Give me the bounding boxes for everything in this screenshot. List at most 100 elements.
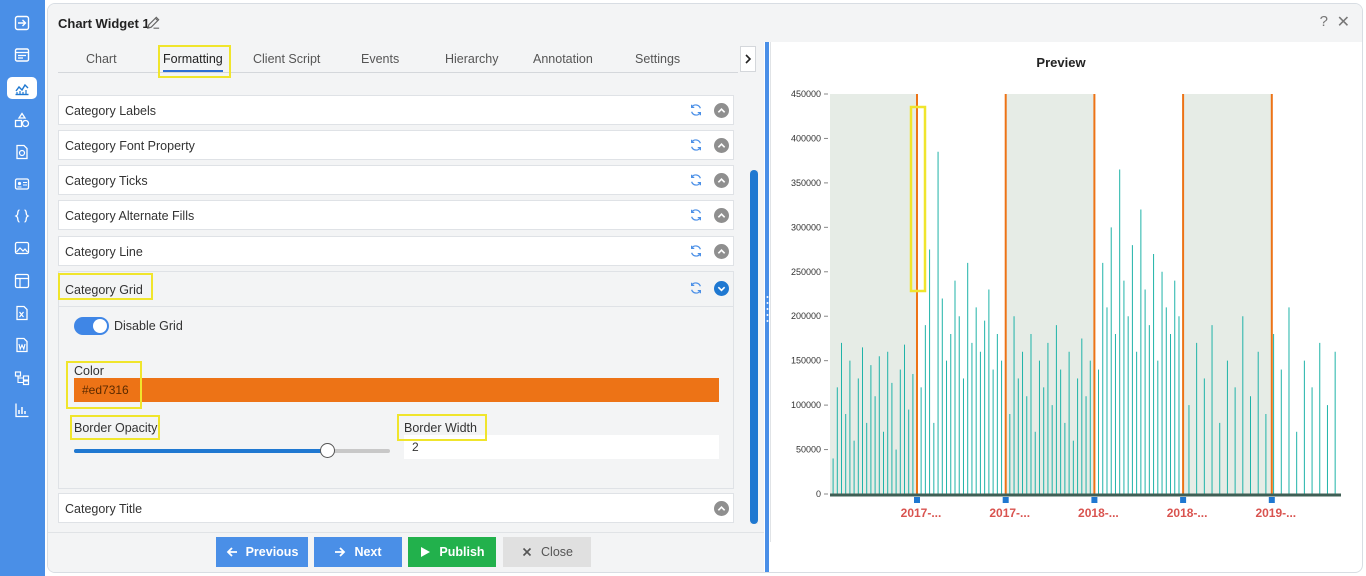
shapes-icon[interactable] — [10, 109, 34, 131]
close-dialog-button[interactable]: ✕ — [1337, 12, 1350, 32]
arrow-right-icon — [335, 547, 346, 557]
y-tick-label: 150000 — [791, 356, 821, 366]
section-label: Category Font Property — [65, 139, 195, 153]
expand-toggle[interactable] — [714, 244, 729, 259]
preview-panel: Preview 450000 400000 350000 300000 250000 20… — [770, 42, 1362, 542]
chart-widget-dialog: Chart Widget 1 ? ✕ Chart Formatting Clie… — [47, 3, 1363, 573]
y-tick-label: 0 — [816, 489, 821, 499]
expand-toggle[interactable] — [714, 501, 729, 516]
x-tick-mark — [914, 497, 920, 503]
layout-icon[interactable] — [10, 270, 34, 292]
expand-toggle[interactable] — [714, 208, 729, 223]
tab-annotation[interactable]: Annotation — [533, 52, 593, 66]
arrow-left-icon — [226, 547, 237, 557]
scrollbar-thumb[interactable] — [750, 170, 758, 524]
hierarchy-icon[interactable] — [10, 367, 34, 389]
alternate-fill-band — [830, 94, 917, 494]
import-icon[interactable] — [10, 12, 34, 34]
alternate-fill-band — [1005, 94, 1095, 494]
report-icon[interactable] — [10, 141, 34, 163]
collapse-toggle[interactable] — [714, 281, 729, 296]
tab-chart[interactable]: Chart — [86, 52, 117, 66]
app-root: Chart Widget 1 ? ✕ Chart Formatting Clie… — [0, 0, 1366, 576]
section-label: Category Title — [65, 502, 143, 516]
border-opacity-label: Border Opacity — [74, 421, 158, 435]
tab-bar: Chart Formatting Client Script Events Hi… — [58, 42, 738, 73]
previous-button[interactable]: Previous — [216, 537, 308, 567]
section-label: Category Grid — [65, 283, 143, 297]
x-tick-mark — [1268, 497, 1275, 503]
expand-toggle[interactable] — [714, 138, 729, 153]
word-file-icon[interactable] — [10, 334, 34, 356]
tab-formatting[interactable]: Formatting — [163, 52, 223, 72]
section-label: Category Labels — [65, 104, 157, 118]
x-tick-label: 2018-... — [1167, 506, 1208, 520]
preview-chart: 450000 400000 350000 300000 250000 200000 1500… — [791, 89, 1341, 520]
disable-grid-label: Disable Grid — [114, 319, 183, 333]
border-width-input[interactable] — [404, 435, 719, 459]
expand-toggle[interactable] — [714, 103, 729, 118]
slider-fill — [74, 449, 327, 453]
section-label: Category Line — [65, 245, 143, 259]
vertical-scrollbar[interactable] — [750, 170, 758, 524]
y-tick-label: 200000 — [791, 311, 821, 321]
y-tick-label: 450000 — [791, 89, 821, 99]
formatting-panel: Chart Formatting Client Script Events Hi… — [48, 42, 764, 572]
section-category-ticks[interactable]: Category Ticks — [58, 165, 734, 195]
tab-scroll-right-button[interactable] — [740, 46, 756, 72]
tab-settings[interactable]: Settings — [635, 52, 680, 66]
id-card-icon[interactable] — [10, 173, 34, 195]
disable-grid-toggle[interactable] — [74, 317, 109, 335]
refresh-icon[interactable] — [689, 103, 703, 117]
tab-hierarchy[interactable]: Hierarchy — [445, 52, 499, 66]
tab-events[interactable]: Events — [361, 52, 399, 66]
border-opacity-slider[interactable] — [74, 443, 390, 458]
chevron-up-icon — [717, 143, 726, 148]
chart-widget-icon[interactable] — [7, 77, 37, 99]
publish-button[interactable]: Publish — [408, 537, 496, 567]
edit-title-icon[interactable] — [146, 15, 161, 30]
chevron-up-icon — [717, 213, 726, 218]
section-category-grid[interactable]: Category Grid — [58, 271, 734, 307]
refresh-icon[interactable] — [689, 138, 703, 152]
section-category-title[interactable]: Category Title — [58, 493, 734, 523]
excel-file-icon[interactable] — [10, 302, 34, 324]
tab-client-script[interactable]: Client Script — [253, 52, 320, 66]
chevron-up-icon — [717, 249, 726, 254]
help-button[interactable]: ? — [1320, 13, 1328, 30]
dashboard-icon[interactable] — [10, 44, 34, 66]
color-label: Color — [74, 364, 104, 378]
section-category-labels[interactable]: Category Labels — [58, 95, 734, 125]
close-button[interactable]: Close — [503, 537, 591, 567]
refresh-icon[interactable] — [689, 244, 703, 258]
section-category-alternate-fills[interactable]: Category Alternate Fills — [58, 200, 734, 230]
previous-label: Previous — [245, 545, 299, 559]
refresh-icon[interactable] — [689, 208, 703, 222]
y-tick-label: 50000 — [796, 445, 821, 455]
refresh-icon[interactable] — [689, 173, 703, 187]
braces-icon[interactable] — [10, 205, 34, 227]
next-button[interactable]: Next — [314, 537, 402, 567]
x-tick-label: 2017-... — [989, 506, 1030, 520]
refresh-icon[interactable] — [689, 281, 703, 295]
image-icon[interactable] — [10, 237, 34, 259]
publish-label: Publish — [439, 545, 485, 559]
x-tick-label: 2018-... — [1078, 506, 1119, 520]
chevron-up-icon — [717, 108, 726, 113]
section-category-line[interactable]: Category Line — [58, 236, 734, 266]
category-grid-settings: Disable Grid Color Border Opacity Border… — [58, 307, 734, 489]
x-tick-label: 2019-... — [1255, 506, 1296, 520]
expand-toggle[interactable] — [714, 173, 729, 188]
bar-chart-icon[interactable] — [10, 399, 34, 421]
play-icon — [421, 547, 431, 557]
y-tick-label: 400000 — [791, 133, 821, 143]
border-width-label: Border Width — [404, 421, 477, 435]
y-tick-label: 350000 — [791, 178, 821, 188]
chevron-down-icon — [717, 286, 726, 292]
section-category-font-property[interactable]: Category Font Property — [58, 130, 734, 160]
slider-thumb[interactable] — [319, 443, 335, 458]
splitter-grip-icon[interactable] — [766, 294, 769, 324]
next-label: Next — [354, 545, 382, 559]
color-field[interactable] — [74, 378, 719, 402]
section-label: Category Ticks — [65, 174, 148, 188]
